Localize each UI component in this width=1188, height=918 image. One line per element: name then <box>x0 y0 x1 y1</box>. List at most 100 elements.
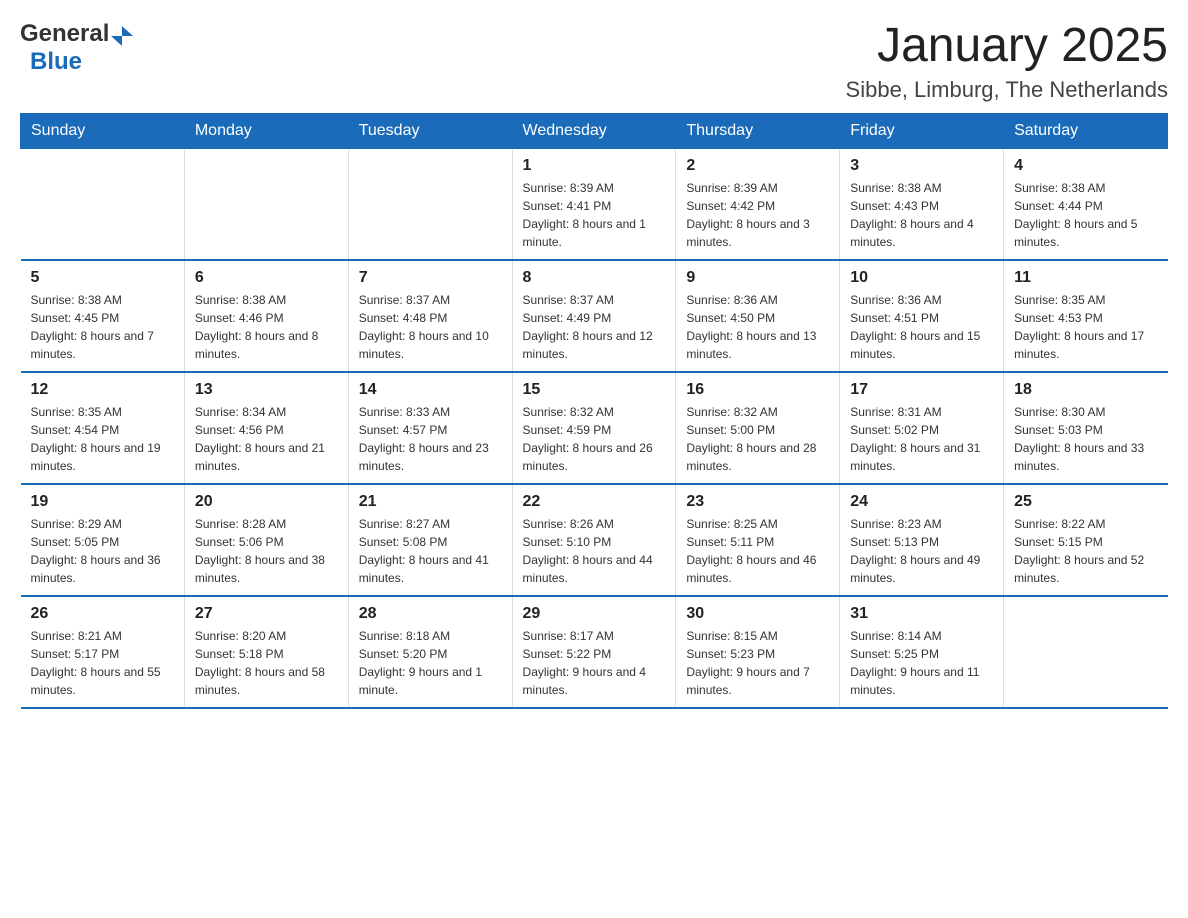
day-info: Sunrise: 8:23 AMSunset: 5:13 PMDaylight:… <box>850 515 993 587</box>
day-info: Sunrise: 8:38 AMSunset: 4:43 PMDaylight:… <box>850 179 993 251</box>
day-info: Sunrise: 8:21 AMSunset: 5:17 PMDaylight:… <box>31 627 174 699</box>
day-number: 8 <box>523 269 666 287</box>
day-info: Sunrise: 8:14 AMSunset: 5:25 PMDaylight:… <box>850 627 993 699</box>
calendar-cell: 1Sunrise: 8:39 AMSunset: 4:41 PMDaylight… <box>512 148 676 260</box>
calendar-header-thursday: Thursday <box>676 113 840 148</box>
day-number: 7 <box>359 269 502 287</box>
day-info: Sunrise: 8:30 AMSunset: 5:03 PMDaylight:… <box>1014 403 1157 475</box>
day-info: Sunrise: 8:38 AMSunset: 4:46 PMDaylight:… <box>195 291 338 363</box>
calendar-cell: 29 Sunrise: 8:17 AMSunset: 5:22 PMDayligh… <box>512 596 676 708</box>
calendar-cell: 18 Sunrise: 8:30 AMSunset: 5:03 PMDayligh… <box>1004 372 1168 484</box>
calendar-cell: 19 Sunrise: 8:29 AMSunset: 5:05 PMDayligh… <box>21 484 185 596</box>
location-subtitle: Sibbe, Limburg, The Netherlands <box>846 77 1168 103</box>
calendar-cell: 3 Sunrise: 8:38 AMSunset: 4:43 PMDaylight… <box>840 148 1004 260</box>
calendar-cell <box>348 148 512 260</box>
day-info: Sunrise: 8:22 AMSunset: 5:15 PMDaylight:… <box>1014 515 1157 587</box>
day-number: 26 <box>31 605 174 623</box>
calendar-week-row: 19 Sunrise: 8:29 AMSunset: 5:05 PMDayligh… <box>21 484 1168 596</box>
day-number: 25 <box>1014 493 1157 511</box>
day-info: Sunrise: 8:35 AMSunset: 4:54 PMDaylight:… <box>31 403 174 475</box>
day-number: 27 <box>195 605 338 623</box>
calendar-cell: 17Sunrise: 8:31 AMSunset: 5:02 PMDayligh… <box>840 372 1004 484</box>
title-block: January 2025 Sibbe, Limburg, The Netherl… <box>846 20 1168 103</box>
day-info: Sunrise: 8:32 AMSunset: 5:00 PMDaylight:… <box>686 403 829 475</box>
day-info: Sunrise: 8:25 AMSunset: 5:11 PMDaylight:… <box>686 515 829 587</box>
day-number: 15 <box>523 381 666 399</box>
calendar-cell: 13 Sunrise: 8:34 AMSunset: 4:56 PMDayligh… <box>184 372 348 484</box>
calendar-cell: 5 Sunrise: 8:38 AMSunset: 4:45 PMDaylight… <box>21 260 185 372</box>
day-number: 2 <box>686 157 829 175</box>
calendar-cell: 8 Sunrise: 8:37 AMSunset: 4:49 PMDaylight… <box>512 260 676 372</box>
day-info: Sunrise: 8:26 AMSunset: 5:10 PMDaylight:… <box>523 515 666 587</box>
day-number: 4 <box>1014 157 1157 175</box>
day-number: 13 <box>195 381 338 399</box>
day-info: Sunrise: 8:37 AMSunset: 4:49 PMDaylight:… <box>523 291 666 363</box>
day-number: 17 <box>850 381 993 399</box>
calendar-week-row: 5 Sunrise: 8:38 AMSunset: 4:45 PMDaylight… <box>21 260 1168 372</box>
calendar-header-friday: Friday <box>840 113 1004 148</box>
calendar-cell: 15 Sunrise: 8:32 AMSunset: 4:59 PMDayligh… <box>512 372 676 484</box>
day-info: Sunrise: 8:32 AMSunset: 4:59 PMDaylight:… <box>523 403 666 475</box>
day-info: Sunrise: 8:17 AMSunset: 5:22 PMDaylight:… <box>523 627 666 699</box>
logo-general-text: General <box>20 20 109 48</box>
day-number: 20 <box>195 493 338 511</box>
day-info: Sunrise: 8:37 AMSunset: 4:48 PMDaylight:… <box>359 291 502 363</box>
calendar-header-row: SundayMondayTuesdayWednesdayThursdayFrid… <box>21 113 1168 148</box>
calendar-cell <box>21 148 185 260</box>
calendar-cell: 9 Sunrise: 8:36 AMSunset: 4:50 PMDaylight… <box>676 260 840 372</box>
day-number: 9 <box>686 269 829 287</box>
calendar-cell <box>1004 596 1168 708</box>
day-number: 11 <box>1014 269 1157 287</box>
day-info: Sunrise: 8:15 AMSunset: 5:23 PMDaylight:… <box>686 627 829 699</box>
day-info: Sunrise: 8:27 AMSunset: 5:08 PMDaylight:… <box>359 515 502 587</box>
day-number: 22 <box>523 493 666 511</box>
day-number: 14 <box>359 381 502 399</box>
day-number: 12 <box>31 381 174 399</box>
day-number: 18 <box>1014 381 1157 399</box>
day-number: 30 <box>686 605 829 623</box>
logo-flag-icon <box>111 24 133 46</box>
day-number: 28 <box>359 605 502 623</box>
calendar-cell: 2Sunrise: 8:39 AMSunset: 4:42 PMDaylight… <box>676 148 840 260</box>
calendar-header-sunday: Sunday <box>21 113 185 148</box>
day-number: 23 <box>686 493 829 511</box>
calendar-header-monday: Monday <box>184 113 348 148</box>
calendar-week-row: 1Sunrise: 8:39 AMSunset: 4:41 PMDaylight… <box>21 148 1168 260</box>
calendar-cell: 14 Sunrise: 8:33 AMSunset: 4:57 PMDayligh… <box>348 372 512 484</box>
day-info: Sunrise: 8:28 AMSunset: 5:06 PMDaylight:… <box>195 515 338 587</box>
day-info: Sunrise: 8:39 AMSunset: 4:41 PMDaylight:… <box>523 179 666 251</box>
day-info: Sunrise: 8:38 AMSunset: 4:45 PMDaylight:… <box>31 291 174 363</box>
calendar-cell: 4 Sunrise: 8:38 AMSunset: 4:44 PMDaylight… <box>1004 148 1168 260</box>
month-title: January 2025 <box>846 20 1168 73</box>
day-info: Sunrise: 8:38 AMSunset: 4:44 PMDaylight:… <box>1014 179 1157 251</box>
day-info: Sunrise: 8:18 AMSunset: 5:20 PMDaylight:… <box>359 627 502 699</box>
calendar-header-saturday: Saturday <box>1004 113 1168 148</box>
day-info: Sunrise: 8:35 AMSunset: 4:53 PMDaylight:… <box>1014 291 1157 363</box>
calendar-cell: 30 Sunrise: 8:15 AMSunset: 5:23 PMDayligh… <box>676 596 840 708</box>
calendar-cell: 11 Sunrise: 8:35 AMSunset: 4:53 PMDayligh… <box>1004 260 1168 372</box>
page-header: General Blue January 2025 Sibbe, Limburg… <box>20 20 1168 103</box>
day-number: 19 <box>31 493 174 511</box>
day-number: 10 <box>850 269 993 287</box>
day-number: 3 <box>850 157 993 175</box>
calendar-header-wednesday: Wednesday <box>512 113 676 148</box>
day-number: 16 <box>686 381 829 399</box>
day-info: Sunrise: 8:29 AMSunset: 5:05 PMDaylight:… <box>31 515 174 587</box>
calendar-table: SundayMondayTuesdayWednesdayThursdayFrid… <box>20 113 1168 709</box>
day-info: Sunrise: 8:36 AMSunset: 4:50 PMDaylight:… <box>686 291 829 363</box>
calendar-cell: 6Sunrise: 8:38 AMSunset: 4:46 PMDaylight… <box>184 260 348 372</box>
calendar-cell: 26 Sunrise: 8:21 AMSunset: 5:17 PMDayligh… <box>21 596 185 708</box>
day-info: Sunrise: 8:34 AMSunset: 4:56 PMDaylight:… <box>195 403 338 475</box>
calendar-header-tuesday: Tuesday <box>348 113 512 148</box>
calendar-cell: 10Sunrise: 8:36 AMSunset: 4:51 PMDayligh… <box>840 260 1004 372</box>
calendar-cell <box>184 148 348 260</box>
calendar-cell: 20 Sunrise: 8:28 AMSunset: 5:06 PMDayligh… <box>184 484 348 596</box>
day-info: Sunrise: 8:33 AMSunset: 4:57 PMDaylight:… <box>359 403 502 475</box>
calendar-cell: 28 Sunrise: 8:18 AMSunset: 5:20 PMDayligh… <box>348 596 512 708</box>
day-number: 21 <box>359 493 502 511</box>
day-number: 5 <box>31 269 174 287</box>
calendar-week-row: 12 Sunrise: 8:35 AMSunset: 4:54 PMDayligh… <box>21 372 1168 484</box>
day-number: 29 <box>523 605 666 623</box>
logo: General Blue <box>20 20 133 76</box>
calendar-cell: 12 Sunrise: 8:35 AMSunset: 4:54 PMDayligh… <box>21 372 185 484</box>
